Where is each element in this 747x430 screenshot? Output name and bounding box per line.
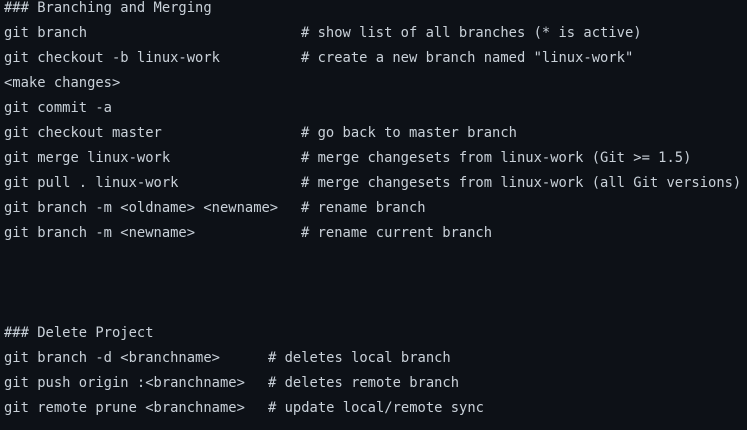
comment-text: # create a new branch named "linux-work" [301,50,634,66]
comment-text: # deletes remote branch [268,375,460,391]
code-line: git checkout -b linux-work # create a new… [4,50,747,75]
code-line: git merge linux-work # merge changesets f… [4,150,747,175]
command-text: git commit -a [4,100,112,116]
code-line: <make changes> [4,75,747,100]
command-text: git branch [4,25,88,41]
command-text: git checkout -b linux-work [4,50,220,66]
command-text: <make changes> [4,75,121,91]
command-text: git branch -m <oldname> <newname> [4,200,279,216]
command-text: git push origin :<branchname> [4,375,245,391]
code-line: git pull . linux-work # merge changesets … [4,175,747,200]
section-heading: ### Branching and Merging [4,0,212,16]
code-line: git push origin :<branchname> # deletes r… [4,375,747,400]
code-block: ### Branching and Merging git branch # sh… [0,0,747,430]
code-line: git checkout master # go back to master b… [4,125,747,150]
comment-text: # merge changesets from linux-work (Git … [301,150,692,166]
command-text: git branch -m <newname> [4,225,196,241]
section-heading: ### Delete Project [4,325,154,341]
code-line: git branch -m <oldname> <newname> # renam… [4,200,747,225]
comment-text: # go back to master branch [301,125,517,141]
command-text: git remote prune <branchname> [4,400,245,416]
comment-text: # update local/remote sync [268,400,484,416]
comment-text: # merge changesets from linux-work (all … [301,175,742,191]
code-line: git branch -d <branchname> # deletes loca… [4,350,747,375]
code-line: git commit -a [4,100,747,125]
command-text: git branch -d <branchname> [4,350,220,366]
command-text: git checkout master [4,125,162,141]
code-line: git branch # show list of all branches (*… [4,25,747,50]
code-line: git branch -m <newname> # rename current … [4,225,747,250]
comment-text: # rename branch [301,200,426,216]
comment-text: # rename current branch [301,225,493,241]
code-line: git remote prune <branchname> # update lo… [4,400,747,425]
comment-text: # deletes local branch [268,350,451,366]
comment-text: # show list of all branches (* is active… [301,25,642,41]
command-text: git pull . linux-work [4,175,179,191]
command-text: git merge linux-work [4,150,171,166]
